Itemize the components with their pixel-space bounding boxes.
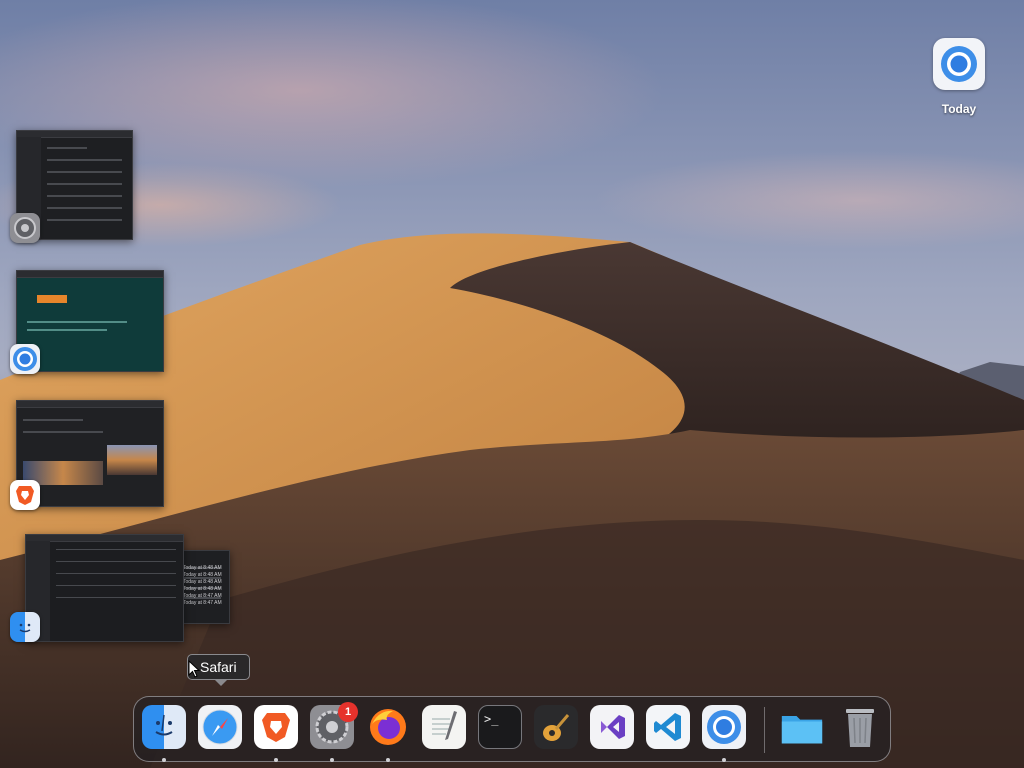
finder-date-cell: Today at 8:47 AM [183,600,222,606]
garageband-icon [534,705,578,749]
terminal-icon: >_ [478,705,522,749]
system-preferences-icon [10,213,40,243]
dock-item-chromium[interactable] [702,705,746,762]
dock-item-finder[interactable] [142,705,186,762]
terminal-prompt: >_ [484,712,499,726]
finder-date-cell: Today at 8:47 AM [183,593,222,599]
dock-item-textedit[interactable] [422,705,466,749]
finder-icon [10,612,40,642]
desktop: Today Today at 8:48 AM Today at 8:48 AM … [0,0,1024,768]
dock-separator [764,707,765,753]
folder-icon [780,705,824,749]
window-thumbnail-finder[interactable] [25,534,184,642]
dock-item-brave[interactable] [254,705,298,762]
trash-icon [838,705,882,749]
wallpaper-dunes [0,233,1024,768]
dock-item-terminal[interactable]: >_ [478,705,522,749]
chromium-icon [933,38,985,90]
dock-item-vscode[interactable] [646,705,690,749]
dock: 1 >_ [133,696,891,762]
chromium-icon [10,344,40,374]
dock-item-garageband[interactable] [534,705,578,749]
chromium-icon [702,705,746,749]
mouse-pointer-icon [188,660,200,678]
dock-item-visual-studio[interactable] [590,705,634,749]
window-thumbnail-finder-back[interactable]: Today at 8:48 AM Today at 8:48 AM Today at… [176,550,230,624]
finder-date-cell: Today at 8:48 AM [183,586,222,592]
vscode-icon [646,705,690,749]
finder-date-cell: Today at 8:48 AM [183,579,222,585]
dock-item-trash[interactable] [838,705,882,749]
dock-item-system-preferences[interactable]: 1 [310,702,358,762]
desktop-icon-label: Today [941,102,977,116]
firefox-icon [366,705,410,749]
finder-icon [142,705,186,749]
brave-icon [10,480,40,510]
safari-icon [198,705,242,749]
dock-item-downloads-folder[interactable] [780,705,824,749]
visual-studio-icon [590,705,634,749]
finder-date-cell: Today at 8:48 AM [183,572,222,578]
textedit-icon [422,705,466,749]
desktop-icon-today[interactable]: Today [932,38,986,116]
brave-icon [254,705,298,749]
dock-item-firefox[interactable] [366,705,410,762]
dock-item-safari[interactable] [198,705,242,749]
notification-badge: 1 [338,702,358,722]
finder-date-cell: Today at 8:48 AM [183,565,222,571]
